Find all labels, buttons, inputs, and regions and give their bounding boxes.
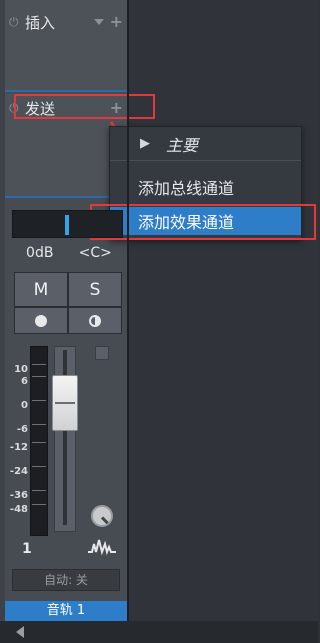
- scroll-bar[interactable]: [0, 621, 318, 643]
- monitor-button[interactable]: [69, 308, 121, 333]
- input-meter: [12, 210, 123, 238]
- track-number: 1: [22, 541, 32, 557]
- pan-readout[interactable]: <C>: [68, 242, 124, 264]
- automation-mode[interactable]: 自动: 关: [12, 569, 120, 591]
- highlight-add-fx: [90, 204, 316, 240]
- highlight-send-add: [14, 94, 155, 119]
- insert-header: ⏻ 插入 +: [9, 12, 127, 32]
- channel-buttons: M S: [14, 272, 122, 334]
- dropdown-icon[interactable]: [93, 19, 104, 25]
- monitor-icon: [89, 314, 101, 327]
- volume-fader[interactable]: [52, 375, 78, 431]
- level-scale: 10 6 0 -6 -12 -24 -36 -48: [9, 364, 28, 515]
- record-button[interactable]: [15, 308, 67, 333]
- menu-item-add-bus[interactable]: 添加总线通道: [110, 173, 301, 201]
- route-arrow-icon: ▶: [140, 136, 150, 151]
- volume-readout[interactable]: 0dB: [12, 242, 68, 264]
- power-icon[interactable]: ⏻: [9, 15, 23, 30]
- mute-button[interactable]: M: [15, 273, 67, 306]
- expand-icon[interactable]: [95, 346, 109, 360]
- scroll-left-icon[interactable]: [16, 626, 24, 638]
- track-name[interactable]: 音轨 1: [5, 601, 127, 621]
- add-insert-icon[interactable]: +: [110, 14, 123, 30]
- menu-header-main: ▶ 主要: [110, 127, 301, 161]
- pan-knob[interactable]: [91, 505, 113, 527]
- mixer-background: [129, 0, 318, 643]
- insert-panel: ⏻ 插入 +: [5, 0, 127, 92]
- insert-label: 插入: [25, 13, 56, 32]
- waveform-icon[interactable]: [88, 538, 116, 556]
- solo-button[interactable]: S: [69, 273, 121, 306]
- record-icon: [35, 314, 47, 327]
